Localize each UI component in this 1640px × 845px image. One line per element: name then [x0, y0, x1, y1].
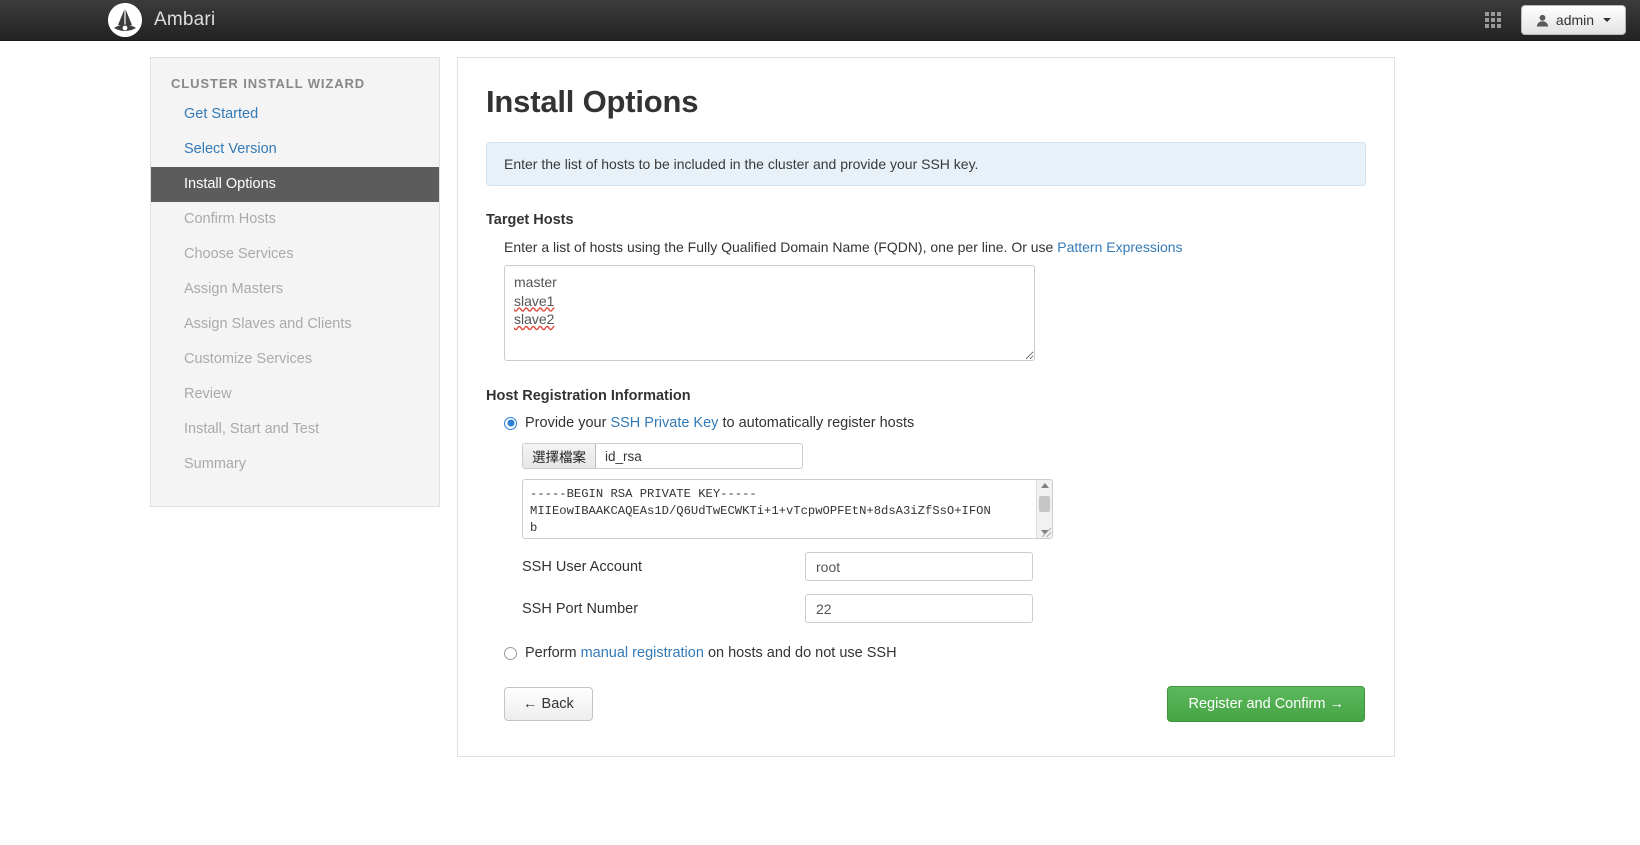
top-navbar: Ambari admin [0, 0, 1640, 41]
manual-option-text: Perform manual registration on hosts and… [525, 645, 897, 661]
target-hosts-group: Enter a list of hosts using the Fully Qu… [486, 239, 1366, 361]
chevron-down-icon [1603, 18, 1612, 22]
ssh-user-input[interactable] [805, 552, 1033, 581]
main-content: Install Options Enter the list of hosts … [457, 57, 1395, 757]
wizard-button-bar: ← Back Register and Confirm → [486, 686, 1366, 722]
manual-option-prefix: Perform [525, 645, 581, 661]
brand[interactable]: Ambari [108, 3, 215, 37]
ssh-private-key-textarea[interactable]: -----BEGIN RSA PRIVATE KEY----- MIIEowIB… [522, 479, 1053, 539]
ssh-port-input[interactable] [805, 594, 1033, 623]
ssh-user-row: SSH User Account [522, 552, 1366, 581]
ssh-private-key-link[interactable]: SSH Private Key [610, 415, 718, 431]
wizard-sidebar: CLUSTER INSTALL WIZARD Get Started Selec… [150, 57, 440, 507]
sidebar-item-get-started[interactable]: Get Started [151, 97, 439, 132]
scrollbar-thumb[interactable] [1039, 496, 1050, 512]
user-icon [1536, 14, 1549, 26]
scroll-up-icon[interactable] [1040, 483, 1049, 488]
page-title: Install Options [486, 84, 699, 119]
ssh-option-suffix: to automatically register hosts [718, 415, 915, 431]
brand-name: Ambari [154, 9, 216, 30]
manual-option-suffix: on hosts and do not use SSH [703, 645, 897, 661]
ssh-key-radio[interactable] [504, 416, 517, 430]
sidebar-item-install-start-test[interactable]: Install, Start and Test [151, 412, 439, 447]
host-line: slave1 [514, 292, 555, 309]
ssh-key-option-text: Provide your SSH Private Key to automati… [525, 415, 914, 431]
host-line: master [514, 274, 557, 290]
sidebar-item-summary[interactable]: Summary [151, 447, 439, 482]
ambari-logo-icon [108, 3, 142, 37]
target-hosts-hint-text: Enter a list of hosts using the Fully Qu… [504, 239, 1058, 255]
ssh-port-row: SSH Port Number [522, 594, 1366, 623]
sidebar-item-review[interactable]: Review [151, 377, 439, 412]
host-registration-group: Provide your SSH Private Key to automati… [486, 415, 1366, 661]
register-and-confirm-button[interactable]: Register and Confirm → [1167, 686, 1365, 722]
back-button[interactable]: ← Back [504, 687, 593, 721]
manual-registration-link[interactable]: manual registration [581, 645, 704, 661]
sidebar-item-install-options[interactable]: Install Options [151, 167, 439, 202]
ssh-user-label: SSH User Account [522, 558, 643, 575]
ssh-private-key-content[interactable]: -----BEGIN RSA PRIVATE KEY----- MIIEowIB… [523, 480, 1036, 538]
choose-file-button[interactable]: 選擇檔案 [523, 444, 596, 468]
sidebar-item-customize-services[interactable]: Customize Services [151, 342, 439, 377]
info-banner: Enter the list of hosts to be included i… [486, 142, 1366, 186]
ssh-key-option-row[interactable]: Provide your SSH Private Key to automati… [504, 415, 1366, 431]
sidebar-item-choose-services[interactable]: Choose Services [151, 237, 439, 272]
ssh-key-file-picker[interactable]: 選擇檔案 id_rsa [522, 443, 803, 469]
sidebar-item-confirm-hosts[interactable]: Confirm Hosts [151, 202, 439, 237]
manual-registration-radio[interactable] [504, 646, 517, 660]
sidebar-item-assign-slaves[interactable]: Assign Slaves and Clients [151, 307, 439, 342]
manual-registration-option-row[interactable]: Perform manual registration on hosts and… [504, 645, 1366, 661]
host-line: slave2 [514, 311, 555, 327]
admin-menu-button[interactable]: admin [1521, 5, 1626, 35]
sidebar-title: CLUSTER INSTALL WIZARD [171, 76, 366, 91]
admin-label: admin [1555, 12, 1595, 28]
host-registration-label: Host Registration Information [486, 388, 691, 404]
target-hosts-textarea[interactable]: master slave1 slave2 [504, 265, 1035, 361]
target-hosts-label: Target Hosts [486, 212, 574, 228]
navbar-right: admin [1481, 5, 1626, 35]
ssh-port-label: SSH Port Number [522, 600, 639, 617]
ssh-option-prefix: Provide your [525, 415, 611, 431]
page-body: CLUSTER INSTALL WIZARD Get Started Selec… [0, 41, 1640, 757]
sidebar-item-assign-masters[interactable]: Assign Masters [151, 272, 439, 307]
pattern-expressions-link[interactable]: Pattern Expressions [1057, 239, 1182, 255]
grid-apps-icon[interactable] [1481, 8, 1505, 32]
selected-file-name: id_rsa [605, 448, 642, 464]
resize-grip-icon[interactable] [1042, 528, 1051, 537]
target-hosts-hint: Enter a list of hosts using the Fully Qu… [504, 239, 1366, 255]
sidebar-item-select-version[interactable]: Select Version [151, 132, 439, 167]
